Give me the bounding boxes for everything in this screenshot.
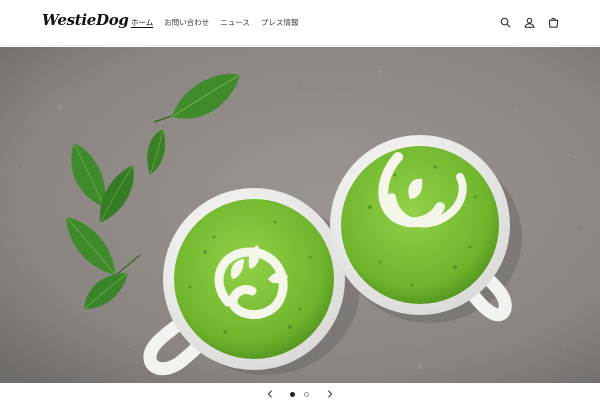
slide-dot-1[interactable] xyxy=(290,392,295,397)
account-icon[interactable] xyxy=(522,15,536,29)
slideshow-controls xyxy=(0,384,600,404)
hero-banner[interactable] xyxy=(0,47,600,383)
main-nav: ホーム お問い合わせ ニュース プレス情報 xyxy=(131,17,298,28)
slide-dot-2[interactable] xyxy=(304,392,309,397)
site-header: WestieDog ホーム お問い合わせ ニュース プレス情報 xyxy=(0,0,600,46)
nav-item-contact[interactable]: お問い合わせ xyxy=(164,17,209,28)
cart-icon[interactable] xyxy=(546,15,560,29)
site-logo[interactable]: WestieDog xyxy=(42,11,129,29)
nav-item-press[interactable]: プレス情報 xyxy=(261,17,299,28)
nav-item-home[interactable]: ホーム xyxy=(131,17,153,28)
nav-item-news[interactable]: ニュース xyxy=(220,17,250,28)
header-icons xyxy=(498,15,560,29)
hero-image xyxy=(0,47,600,383)
search-icon[interactable] xyxy=(498,15,512,29)
chevron-left-icon[interactable] xyxy=(264,388,276,400)
chevron-right-icon[interactable] xyxy=(324,388,336,400)
